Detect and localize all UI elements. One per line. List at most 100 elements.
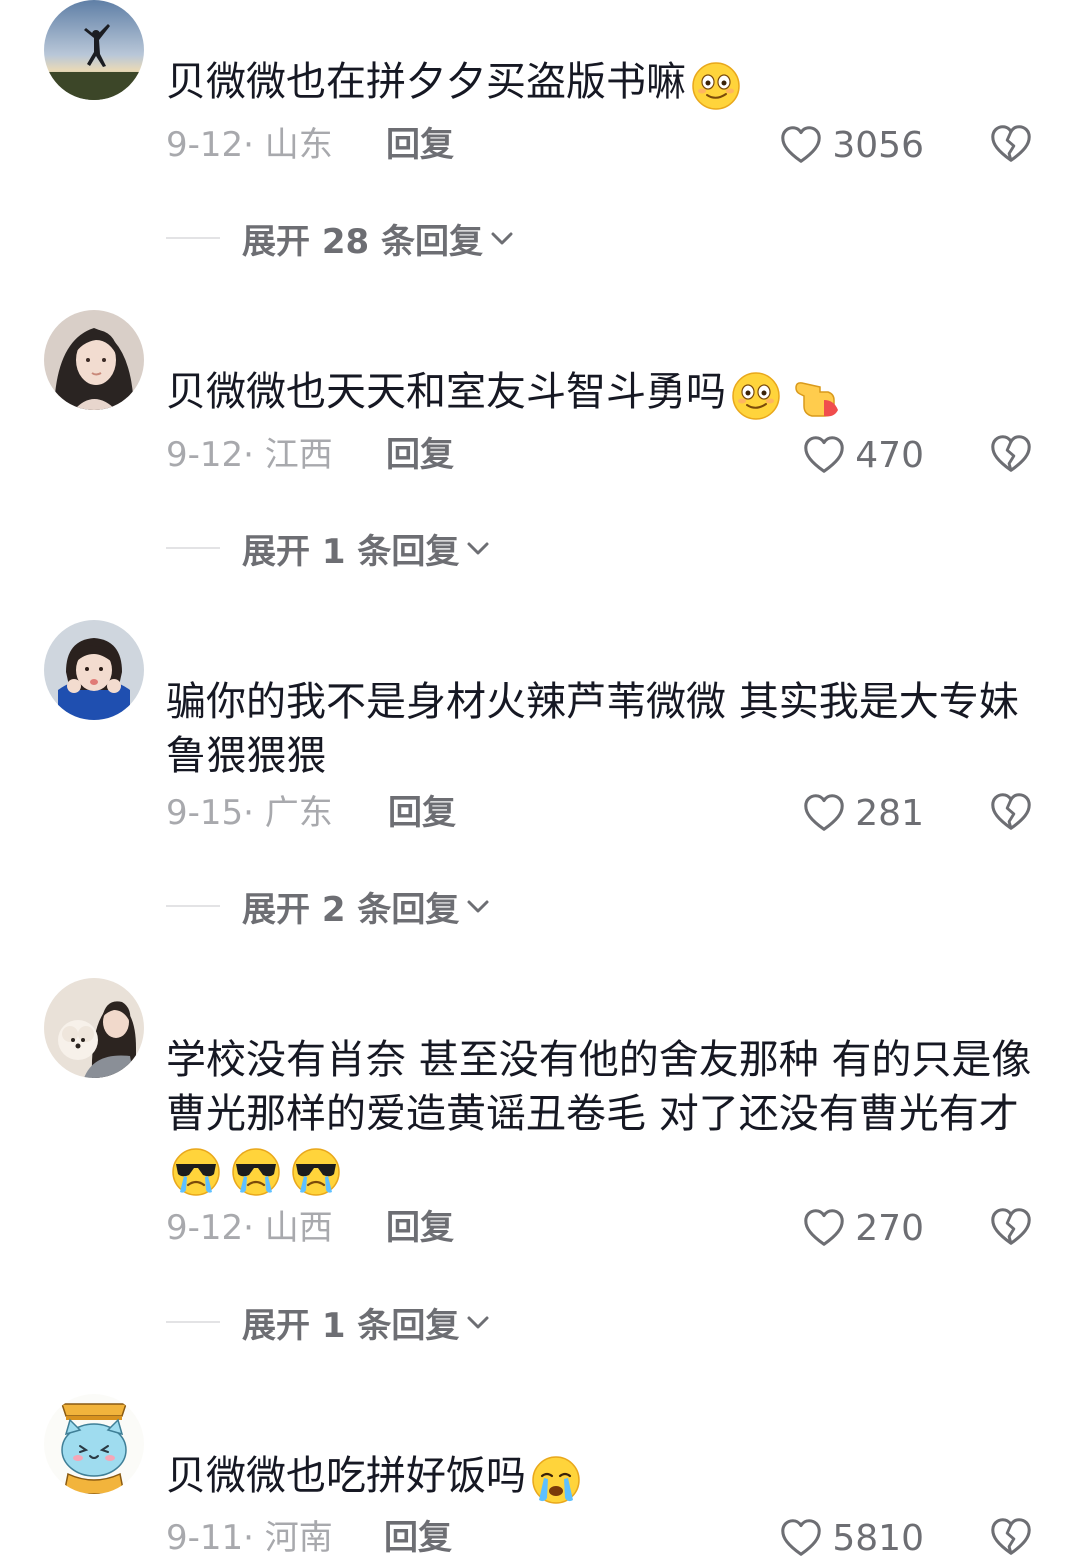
expand-replies-label: 展开 28 条回复 [242,221,483,262]
like-count: 270 [855,1207,924,1249]
comment-text-content: 学校没有肖奈 甚至没有他的舍友那种 有的只是像曹光那样的爱造黄谣丑卷毛 对了还没… [166,1037,1032,1137]
divider-line [166,905,220,907]
cool-crying-face-icon [170,1146,222,1198]
comment-text: 骗你的我不是身材火辣芦苇微微 其实我是大专妹鲁猥猥猥 [166,675,1036,783]
dislike-button[interactable] [988,789,1034,835]
like-button[interactable]: 281 [801,789,924,837]
comment-location: 广东 [264,793,333,833]
pointing-hand-icon [790,370,842,422]
cool-crying-face-icon [230,1146,282,1198]
girl-portrait-avatar-image [44,310,144,410]
reply-button[interactable]: 回复 [388,793,456,833]
heart-icon [778,122,824,168]
dislike-button[interactable] [988,121,1034,167]
comment-location: 山东 [264,125,333,165]
comment-text: 贝微微也在拼夕夕买盗版书嘛 [166,55,1036,112]
divider-line [166,547,220,549]
comment-item: 贝微微也天天和室友斗智斗勇吗 9-12· 江西 回复 470 展开 1 条回复 [0,310,1080,590]
crying-face-icon [530,1454,582,1506]
dislike-button[interactable] [988,1514,1034,1560]
avatar[interactable] [44,310,144,410]
reply-button[interactable]: 回复 [386,1208,454,1248]
avatar[interactable] [44,620,144,720]
heart-icon [801,432,847,478]
comment-meta: 9-12· 山东 [166,125,333,165]
comment-text: 贝微微也吃拼好饭吗 [166,1449,1036,1506]
like-button[interactable]: 270 [801,1204,924,1252]
broken-heart-icon [988,1204,1034,1250]
like-button[interactable]: 5810 [778,1514,924,1562]
comment-item: 贝微微也在拼夕夕买盗版书嘛 9-12· 山东 回复 3056 展开 28 条回复 [0,0,1080,280]
meta-separator: · [243,1208,265,1248]
comment-text-content: 贝微微也在拼夕夕买盗版书嘛 [166,59,686,105]
emoji-group [170,1143,350,1198]
comment-date: 9-11 [166,1518,244,1558]
expand-replies-label: 展开 1 条回复 [242,531,460,572]
comment-text-content: 骗你的我不是身材火辣芦苇微微 其实我是大专妹鲁猥猥猥 [166,679,1019,779]
reply-button[interactable]: 回复 [386,125,454,165]
comment-date: 9-12 [166,435,244,475]
like-button[interactable]: 3056 [778,121,924,169]
like-count: 281 [855,792,924,834]
expand-replies-button[interactable]: 展开 1 条回复 [166,1300,493,1346]
comment-meta: 9-15· 广东 [166,793,333,833]
comment-text-content: 贝微微也吃拼好饭吗 [166,1453,526,1499]
comment-date: 9-15 [166,793,244,833]
expand-replies-button[interactable]: 展开 28 条回复 [166,216,517,262]
chevron-down-icon [487,223,517,253]
like-count: 5810 [832,1517,924,1559]
avatar[interactable] [44,978,144,1078]
comment-meta: 9-11· 河南 [166,1518,333,1558]
meta-separator: · [243,125,265,165]
heart-icon [801,790,847,836]
chevron-down-icon [463,1307,493,1337]
broken-heart-icon [988,789,1034,835]
girl-blue-jacket-avatar-image [44,620,144,720]
smirk-face-icon [730,370,782,422]
meta-separator: · [243,435,265,475]
reply-button[interactable]: 回复 [386,435,454,475]
comment-location: 河南 [264,1518,333,1558]
emoji-group [730,367,850,422]
emoji-group [530,1451,590,1506]
dislike-button[interactable] [988,1204,1034,1250]
expand-replies-label: 展开 2 条回复 [242,889,460,930]
broken-heart-icon [988,431,1034,477]
comment-location: 江西 [264,435,333,475]
reply-button[interactable]: 回复 [384,1518,452,1558]
expand-replies-button[interactable]: 展开 1 条回复 [166,526,493,572]
like-button[interactable]: 470 [801,431,924,479]
chevron-down-icon [463,533,493,563]
broken-heart-icon [988,1514,1034,1560]
heart-icon [778,1515,824,1561]
like-count: 470 [855,434,924,476]
comment-meta: 9-12· 江西 [166,435,333,475]
comment-item: 学校没有肖奈 甚至没有他的舍友那种 有的只是像曹光那样的爱造黄谣丑卷毛 对了还没… [0,978,1080,1358]
divider-line [166,237,220,239]
cartoon-cat-avatar-image [44,1394,144,1494]
avatar[interactable] [44,0,144,100]
smirk-face-icon [690,60,742,112]
expand-replies-label: 展开 1 条回复 [242,1305,460,1346]
comment-text: 贝微微也天天和室友斗智斗勇吗 [166,365,1036,422]
avatar[interactable] [44,1394,144,1494]
comment-date: 9-12 [166,125,244,165]
heart-icon [801,1205,847,1251]
comment-item: 贝微微也吃拼好饭吗 9-11· 河南 回复 5810 [0,1394,1080,1566]
girl-with-dog-avatar-image [44,978,144,1078]
emoji-group [690,57,750,112]
comment-item: 骗你的我不是身材火辣芦苇微微 其实我是大专妹鲁猥猥猥 9-15· 广东 回复 2… [0,620,1080,940]
comment-text: 学校没有肖奈 甚至没有他的舍友那种 有的只是像曹光那样的爱造黄谣丑卷毛 对了还没… [166,1033,1036,1198]
broken-heart-icon [988,121,1034,167]
comment-text-content: 贝微微也天天和室友斗智斗勇吗 [166,369,726,415]
meta-separator: · [243,1518,265,1558]
meta-separator: · [243,793,265,833]
comment-location: 山西 [264,1208,333,1248]
cool-crying-face-icon [290,1146,342,1198]
silhouette-jump-avatar-image [44,0,144,100]
expand-replies-button[interactable]: 展开 2 条回复 [166,884,493,930]
dislike-button[interactable] [988,431,1034,477]
chevron-down-icon [463,891,493,921]
divider-line [166,1321,220,1323]
comment-date: 9-12 [166,1208,244,1248]
